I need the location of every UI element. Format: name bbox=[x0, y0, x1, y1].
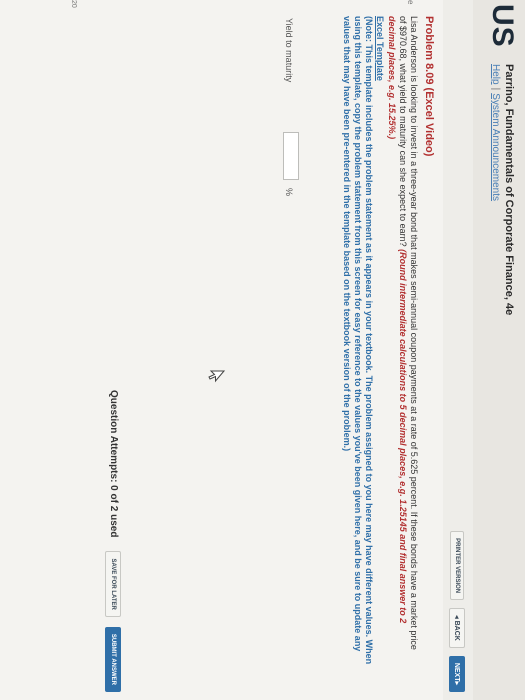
back-button[interactable]: ◂ BACK bbox=[449, 608, 465, 648]
yield-to-maturity-label: Yield to maturity bbox=[284, 18, 294, 83]
percent-unit: % bbox=[284, 188, 294, 197]
save-for-later-button[interactable]: SAVE FOR LATER bbox=[105, 551, 121, 617]
footer-actions: SAVE FOR LATER SUBMIT ANSWER bbox=[105, 551, 121, 692]
header-bar: US Parrino, Fundamentals of Corporate Fi… bbox=[473, 0, 525, 700]
system-announcements-link[interactable]: System Announcements bbox=[490, 93, 501, 201]
excel-template-link[interactable]: Excel Template bbox=[375, 16, 385, 81]
excel-template-note: (Note: This template includes the proble… bbox=[342, 16, 374, 665]
printer-version-button[interactable]: PRINTER VERSION bbox=[450, 531, 464, 601]
header-links: Help | System Announcements bbox=[490, 64, 501, 201]
next-button[interactable]: NEXT▸ bbox=[449, 655, 465, 692]
help-link[interactable]: Help bbox=[490, 64, 501, 85]
stage: US Parrino, Fundamentals of Corporate Fi… bbox=[0, 0, 525, 700]
nav-buttons: PRINTER VERSION ◂ BACK NEXT▸ bbox=[449, 531, 465, 692]
submit-answer-button[interactable]: SUBMIT ANSWER bbox=[105, 626, 121, 692]
brand-logo: US bbox=[486, 4, 519, 48]
main-content bbox=[0, 0, 443, 700]
problem-title: Problem 8.09 (Excel Video) bbox=[423, 16, 435, 157]
book-title: Parrino, Fundamentals of Corporate Finan… bbox=[503, 64, 515, 316]
edge-mark: e bbox=[406, 0, 415, 5]
question-attempts: Question Attempts: 0 of 2 used bbox=[108, 390, 119, 538]
edge-page-number: 20 bbox=[70, 0, 77, 8]
yield-to-maturity-input[interactable] bbox=[283, 132, 299, 180]
link-separator: | bbox=[490, 87, 501, 91]
problem-statement: Lisa Anderson is looking to invest in a … bbox=[386, 16, 419, 656]
mouse-cursor-icon bbox=[208, 370, 225, 383]
